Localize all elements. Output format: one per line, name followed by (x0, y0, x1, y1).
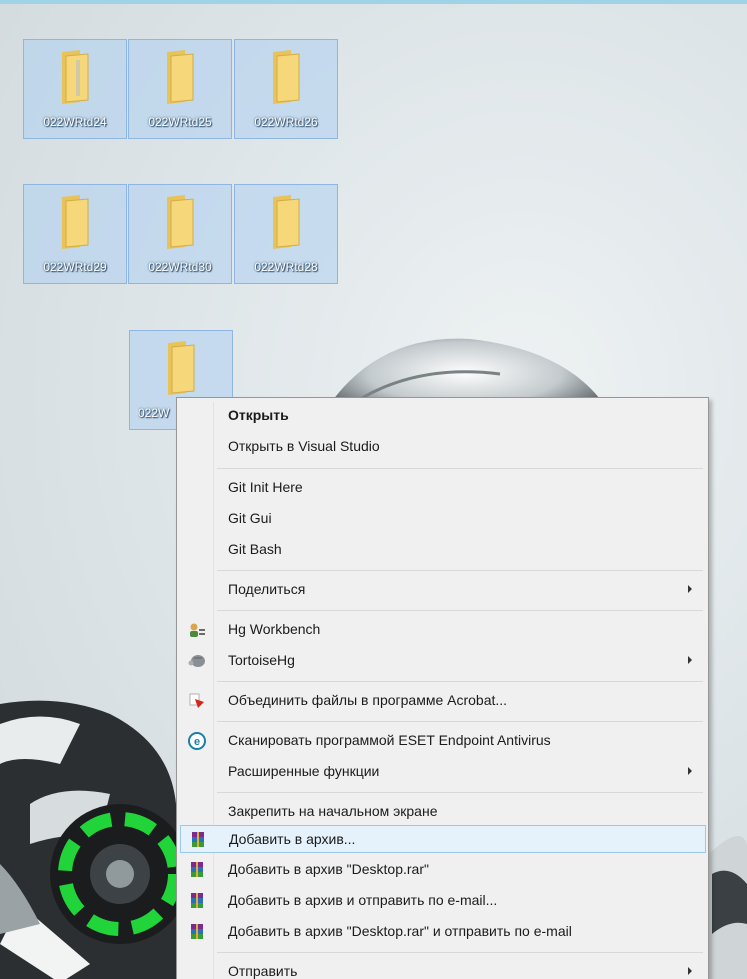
folder-label: 022WRtd26 (254, 115, 318, 129)
menu-item-add-to-desktop-rar[interactable]: Добавить в архив "Desktop.rar" (180, 856, 706, 884)
menu-separator (217, 792, 703, 793)
folder-icon (273, 50, 300, 104)
folder-icon-022WRtd30[interactable]: 022WRtd30 (128, 184, 232, 284)
submenu-arrow-icon (688, 967, 692, 975)
folder-icon-022WRtd24[interactable]: 022WRtd24 (23, 39, 127, 139)
folder-icon (167, 195, 194, 249)
menu-item-eset-scan[interactable]: e Сканировать программой ESET Endpoint A… (180, 727, 706, 755)
eset-icon: e (188, 732, 206, 750)
menu-item-desktop-rar-and-email[interactable]: Добавить в архив "Desktop.rar" и отправи… (180, 918, 706, 946)
submenu-arrow-icon (688, 767, 692, 775)
hg-workbench-icon (190, 623, 205, 637)
menu-item-label: Hg Workbench (228, 621, 321, 637)
folder-icon (167, 50, 194, 104)
folder-icon-022WRtd29[interactable]: 022WRtd29 (23, 184, 127, 284)
menu-item-git-gui[interactable]: Git Gui (180, 505, 706, 533)
menu-separator (217, 570, 703, 571)
menu-item-label: Объединить файлы в программе Acrobat... (228, 692, 508, 708)
menu-item-advanced-functions[interactable]: Расширенные функции (180, 758, 706, 786)
folder-icon-022WRtd28[interactable]: 022WRtd28 (234, 184, 338, 284)
menu-separator (217, 952, 703, 953)
menu-item-label: Добавить в архив "Desktop.rar" (228, 861, 429, 877)
folder-icon-022WRtd26[interactable]: 022WRtd26 (234, 39, 338, 139)
menu-item-share[interactable]: Поделиться (180, 576, 706, 604)
menu-item-open-visual-studio[interactable]: Открыть в Visual Studio (180, 433, 706, 461)
folder-label: 022WRtd28 (254, 260, 318, 274)
folder-label: 022WRtd29 (43, 260, 107, 274)
menu-item-label: Git Init Here (228, 479, 303, 495)
menu-item-open[interactable]: Открыть (180, 402, 706, 430)
winrar-icon (191, 862, 203, 877)
menu-item-label: Добавить в архив... (229, 831, 356, 847)
menu-item-pin-to-start[interactable]: Закрепить на начальном экране (180, 798, 706, 826)
folder-icon (168, 341, 195, 395)
menu-item-tortoisehg[interactable]: TortoiseHg (180, 647, 706, 675)
winrar-icon (191, 893, 203, 908)
menu-item-send-to[interactable]: Отправить (180, 958, 706, 979)
menu-item-git-init-here[interactable]: Git Init Here (180, 474, 706, 502)
context-menu: Открыть Открыть в Visual Studio Git Init… (176, 397, 709, 979)
menu-item-acrobat-combine[interactable]: Объединить файлы в программе Acrobat... (180, 687, 706, 715)
menu-separator (217, 681, 703, 682)
folder-icon (273, 195, 300, 249)
menu-item-label: Сканировать программой ESET Endpoint Ant… (228, 732, 551, 748)
menu-item-label: Поделиться (228, 581, 306, 597)
menu-separator (217, 610, 703, 611)
menu-item-git-bash[interactable]: Git Bash (180, 536, 706, 564)
menu-item-label: Отправить (228, 963, 298, 979)
folder-label: 022WRtd25 (148, 115, 212, 129)
winrar-icon (191, 924, 203, 939)
folder-icon (62, 195, 89, 249)
menu-item-label: Git Gui (228, 510, 272, 526)
svg-text:e: e (194, 736, 200, 748)
folder-label: 022WRtd24 (43, 115, 107, 129)
desktop[interactable]: 022WRtd24 022WRtd25 022WRtd26 022WRtd29 … (0, 0, 747, 979)
menu-separator (217, 468, 703, 469)
menu-item-hg-workbench[interactable]: Hg Workbench (180, 616, 706, 644)
menu-item-label: Открыть (228, 407, 289, 423)
menu-item-label: Открыть в Visual Studio (228, 438, 380, 454)
submenu-arrow-icon (688, 656, 692, 664)
acrobat-icon (189, 693, 204, 708)
menu-item-label: Добавить в архив "Desktop.rar" и отправи… (228, 923, 572, 939)
menu-item-archive-and-email[interactable]: Добавить в архив и отправить по e-mail..… (180, 887, 706, 915)
winrar-icon (192, 832, 204, 847)
menu-item-label: Добавить в архив и отправить по e-mail..… (228, 892, 498, 908)
folder-icon (62, 50, 89, 104)
folder-label: 022WRtd30 (148, 260, 212, 274)
tortoisehg-icon (188, 655, 205, 667)
menu-separator (217, 721, 703, 722)
menu-item-label: Расширенные функции (228, 763, 380, 779)
menu-item-add-to-archive[interactable]: Добавить в архив... (180, 825, 706, 853)
menu-item-label: Git Bash (228, 541, 282, 557)
folder-icon-022WRtd25[interactable]: 022WRtd25 (128, 39, 232, 139)
menu-item-label: Закрепить на начальном экране (228, 803, 438, 819)
menu-item-label: TortoiseHg (228, 652, 295, 668)
submenu-arrow-icon (688, 585, 692, 593)
